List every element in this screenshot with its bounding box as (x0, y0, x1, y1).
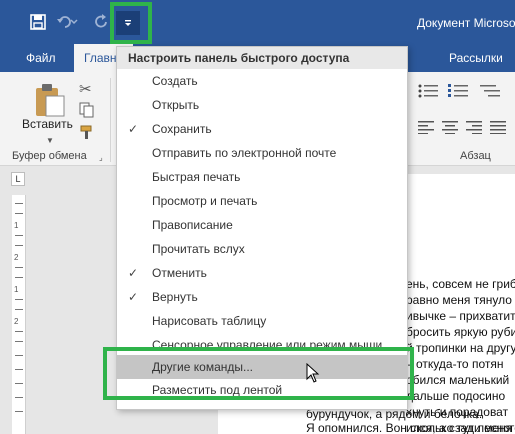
menu-item-label: Отменить (152, 266, 207, 280)
ruler-tick (15, 355, 23, 356)
highlight-qat-dropdown (110, 2, 152, 44)
ruler-number: 2 (14, 253, 19, 262)
multilevel-list-icon[interactable] (480, 84, 502, 101)
numbering-icon[interactable] (448, 84, 470, 101)
align-center-icon[interactable] (442, 120, 458, 137)
tab-mailings[interactable]: Рассылки (449, 44, 503, 72)
check-icon: ✓ (128, 266, 139, 280)
ruler-tick (15, 299, 23, 300)
format-painter-icon[interactable] (79, 124, 95, 143)
menu-item-label: Прочитать вслух (152, 242, 245, 256)
paste-button-label[interactable]: Вставить (22, 117, 73, 131)
ruler-number: 1 (14, 285, 19, 294)
ruler-tick (15, 411, 23, 412)
menu-item-label: Быстрая печать (152, 170, 241, 184)
menu-item-label: Открыть (152, 98, 200, 112)
group-divider (110, 78, 111, 162)
menu-item-read-aloud[interactable]: Прочитать вслух (117, 237, 407, 261)
menu-item-label: Сенсорное управление или режим мыши (152, 338, 383, 347)
paste-icon[interactable] (32, 82, 66, 121)
align-right-icon[interactable] (466, 120, 482, 137)
ruler-tick (15, 331, 23, 332)
ruler-number: 2 (14, 317, 19, 326)
ruler-tick (15, 309, 23, 310)
menu-item-print-preview[interactable]: Просмотр и печать (117, 189, 407, 213)
copy-icon[interactable] (79, 102, 95, 121)
check-icon: ✓ (128, 122, 139, 136)
menu-item-email[interactable]: Отправить по электронной почте (117, 141, 407, 165)
ruler-tick (15, 341, 23, 342)
dialog-launcher-icon[interactable]: ⌟ (99, 153, 103, 162)
menu-header: Настроить панель быстрого доступа (117, 47, 407, 69)
menu-item-label: Просмотр и печать (152, 194, 258, 208)
tab-selector[interactable]: L (11, 172, 25, 186)
menu-item-touch-mode[interactable]: Сенсорное управление или режим мыши (117, 333, 407, 347)
group-clipboard-label: Буфер обмена (12, 150, 87, 162)
menu-item-new[interactable]: Создать (117, 69, 407, 93)
menu-item-save[interactable]: ✓ Сохранить (117, 117, 407, 141)
menu-item-label: Правописание (152, 218, 233, 232)
align-left-icon[interactable] (418, 120, 434, 137)
cut-icon[interactable]: ✂ (79, 80, 92, 98)
menu-item-redo[interactable]: ✓ Вернуть (117, 285, 407, 309)
document-title: Документ Microso (417, 16, 515, 30)
group-paragraph-label: Абзац (460, 150, 491, 162)
menu-item-label: Отправить по электронной почте (152, 146, 337, 160)
undo-icon[interactable] (55, 9, 81, 35)
ruler-tick (15, 203, 23, 204)
save-icon[interactable] (25, 9, 51, 35)
bullets-icon[interactable] (418, 84, 440, 101)
title-bar: Документ Microso (0, 0, 515, 44)
menu-item-label: Вернуть (152, 290, 198, 304)
doc-line: бросить яркую руби (406, 325, 515, 339)
doc-line: Я опомнился. Вон сколько тут лесного н (306, 421, 515, 434)
doc-line: й тропинки на другу (406, 341, 515, 355)
doc-line: равно меня тянуло н (406, 293, 515, 307)
menu-item-label: Нарисовать таблицу (152, 314, 267, 328)
ruler-tick (15, 267, 23, 268)
word-window: Документ Microso Файл Главна Рассылки Вс… (0, 0, 515, 434)
ruler-tick (15, 397, 23, 398)
doc-line: дальше подосино (406, 389, 506, 403)
menu-item-label: Сохранить (152, 122, 212, 136)
menu-item-label: Создать (152, 74, 198, 88)
doc-line: обился маленький (406, 373, 510, 387)
ruler-tick (15, 383, 23, 384)
ruler-tick (15, 213, 23, 214)
vertical-ruler[interactable]: 1 2 1 2 (12, 195, 26, 434)
doc-line: ень, совсем не гриб (406, 277, 515, 291)
ruler-tick (15, 245, 23, 246)
doc-line: – откуда-то потян (406, 357, 504, 371)
ruler-number: 1 (14, 221, 19, 230)
doc-line: ивычке – прихватит (406, 309, 515, 323)
highlight-more-commands (103, 347, 414, 400)
chevron-down-icon[interactable]: ▼ (46, 136, 54, 145)
ruler-tick (15, 369, 23, 370)
menu-item-undo[interactable]: ✓ Отменить (117, 261, 407, 285)
justify-icon[interactable] (490, 120, 506, 137)
ruler-tick (15, 277, 23, 278)
menu-item-open[interactable]: Открыть (117, 93, 407, 117)
menu-item-quick-print[interactable]: Быстрая печать (117, 165, 407, 189)
menu-item-spelling[interactable]: Правописание (117, 213, 407, 237)
menu-item-draw-table[interactable]: Нарисовать таблицу (117, 309, 407, 333)
check-icon: ✓ (128, 290, 139, 304)
ruler-tick (15, 235, 23, 236)
tab-file[interactable]: Файл (26, 44, 56, 72)
